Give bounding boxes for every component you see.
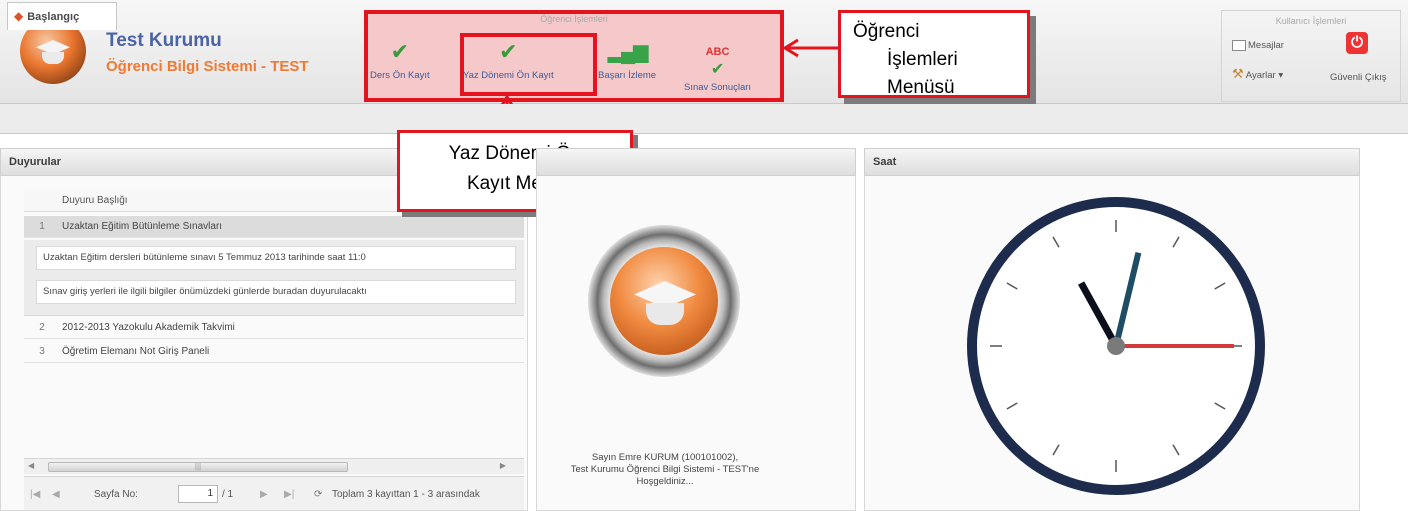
welcome-line: Hoşgeldiniz... — [636, 476, 694, 487]
next-page-icon[interactable]: ▶ — [260, 489, 268, 500]
announcement-detail: Uzaktan Eğitim dersleri bütünleme sınavı… — [24, 240, 524, 316]
tab-start[interactable]: ◆ Başlangıç — [7, 2, 117, 30]
graduation-cap-base — [646, 303, 684, 325]
welcome-line: Test Kurumu Öğrenci Bilgi Sistemi - TEST… — [570, 464, 760, 475]
first-page-icon[interactable]: |◀ — [30, 489, 40, 500]
callout-line: Menüsü — [887, 77, 955, 98]
settings-button[interactable]: ⚒ Ayarlar ▾ — [1232, 66, 1283, 82]
envelope-icon — [1232, 40, 1246, 51]
messages-button[interactable]: Mesajlar — [1232, 40, 1284, 51]
settings-label: Ayarlar — [1245, 70, 1276, 81]
welcome-panel-header — [536, 148, 856, 176]
scroll-right-icon[interactable]: ▶ — [500, 461, 506, 470]
power-icon[interactable]: ⏻ — [1346, 32, 1368, 54]
clock-panel-header: Saat — [864, 148, 1360, 176]
welcome-logo-inner — [610, 247, 718, 355]
home-icon: ◆ — [14, 9, 24, 23]
paging-summary: Toplam 3 kayıttan 1 - 3 arasındak — [332, 489, 480, 500]
table-row[interactable]: 3 Öğretim Elemanı Not Giriş Paneli — [24, 341, 524, 363]
clock-center — [1107, 337, 1125, 355]
row-number: 1 — [39, 221, 45, 232]
callout-line: Öğrenci — [853, 21, 920, 42]
page-label: Sayfa No: — [94, 489, 138, 500]
welcome-message: Sayın Emre KURUM (100101002), Test Kurum… — [545, 452, 785, 488]
row-number: 2 — [39, 322, 45, 333]
tab-start-label: Başlangıç — [27, 11, 80, 23]
page-number-input[interactable]: 1 — [178, 485, 218, 503]
logout-button[interactable]: Güvenli Çıkış — [1330, 72, 1387, 83]
student-menu-callout: Öğrenci İşlemleri Menüsü — [838, 10, 1030, 98]
detail-line: Sınav giriş yerleri ile ilgili bilgiler … — [36, 280, 516, 304]
horizontal-scrollbar[interactable]: ◀ ||| ▶ — [24, 458, 524, 474]
detail-line: Uzaktan Eğitim dersleri bütünleme sınavı… — [36, 246, 516, 270]
announcement-title: 2012-2013 Yazokulu Akademik Takvimi — [62, 322, 235, 333]
page-total: / 1 — [222, 489, 234, 500]
tab-bar — [0, 104, 1408, 134]
prev-page-icon[interactable]: ◀ — [52, 489, 60, 500]
welcome-line: Sayın Emre KURUM (100101002), — [591, 452, 739, 463]
table-row[interactable]: 1 Uzaktan Eğitim Bütünleme Sınavları — [24, 216, 524, 238]
welcome-logo — [588, 225, 740, 377]
last-page-icon[interactable]: ▶| — [284, 489, 294, 500]
table-row[interactable]: 2 2012-2013 Yazokulu Akademik Takvimi — [24, 317, 524, 339]
scroll-left-icon[interactable]: ◀ — [28, 461, 34, 470]
analog-clock — [967, 197, 1265, 495]
announcement-title: Uzaktan Eğitim Bütünleme Sınavları — [62, 221, 223, 232]
announcement-title: Öğretim Elemanı Not Giriş Paneli — [62, 346, 210, 357]
messages-label: Mesajlar — [1248, 40, 1284, 52]
callout-line: İşlemleri — [887, 49, 958, 70]
user-operations-title: Kullanıcı İşlemleri — [1275, 16, 1347, 26]
pagination-toolbar: |◀ ◀ Sayfa No: 1 / 1 ▶ ▶| ⟳ Toplam 3 kay… — [24, 476, 524, 510]
refresh-icon[interactable]: ⟳ — [314, 489, 322, 500]
scrollbar-thumb[interactable]: ||| — [48, 462, 348, 472]
row-number: 3 — [39, 346, 45, 357]
wrench-icon: ⚒ — [1232, 66, 1244, 81]
